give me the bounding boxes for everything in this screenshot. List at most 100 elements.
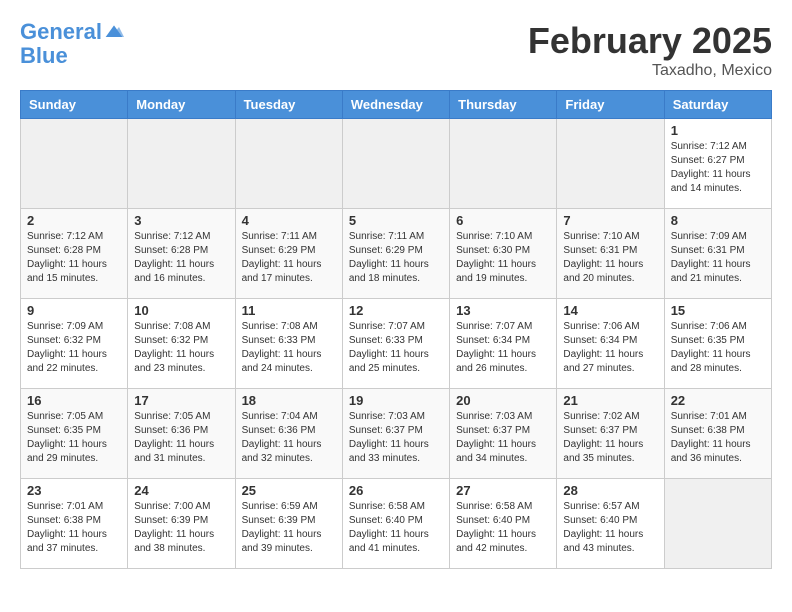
- day-info: Sunrise: 7:05 AM Sunset: 6:36 PM Dayligh…: [134, 410, 228, 466]
- day-number: 18: [242, 393, 336, 408]
- day-number: 9: [27, 303, 121, 318]
- day-info: Sunrise: 6:59 AM Sunset: 6:39 PM Dayligh…: [242, 500, 336, 556]
- day-info: Sunrise: 7:06 AM Sunset: 6:35 PM Dayligh…: [671, 320, 765, 376]
- calendar-cell: [557, 119, 664, 209]
- day-info: Sunrise: 7:08 AM Sunset: 6:33 PM Dayligh…: [242, 320, 336, 376]
- calendar-cell: 4 Sunrise: 7:11 AM Sunset: 6:29 PM Daylig…: [235, 209, 342, 299]
- day-number: 8: [671, 213, 765, 228]
- calendar-cell: 15 Sunrise: 7:06 AM Sunset: 6:35 PM Dayli…: [664, 299, 771, 389]
- calendar-cell: 13Sunrise: 7:07 AM Sunset: 6:34 PM Dayli…: [450, 299, 557, 389]
- calendar-cell: [664, 479, 771, 569]
- day-number: 6: [456, 213, 550, 228]
- day-number: 4: [242, 213, 336, 228]
- logo-blue: Blue: [20, 44, 124, 68]
- calendar-header-row: SundayMondayTuesdayWednesdayThursdayFrid…: [21, 91, 772, 119]
- calendar-cell: 23Sunrise: 7:01 AM Sunset: 6:38 PM Dayli…: [21, 479, 128, 569]
- day-number: 11: [242, 303, 336, 318]
- calendar-cell: [128, 119, 235, 209]
- day-number: 15: [671, 303, 765, 318]
- day-info: Sunrise: 7:03 AM Sunset: 6:37 PM Dayligh…: [349, 410, 443, 466]
- day-number: 10: [134, 303, 228, 318]
- title-block: February 2025 Taxadho, Mexico: [528, 20, 772, 80]
- day-info: Sunrise: 7:02 AM Sunset: 6:37 PM Dayligh…: [563, 410, 657, 466]
- day-info: Sunrise: 7:05 AM Sunset: 6:35 PM Dayligh…: [27, 410, 121, 466]
- day-info: Sunrise: 7:08 AM Sunset: 6:32 PM Dayligh…: [134, 320, 228, 376]
- day-number: 14: [563, 303, 657, 318]
- day-info: Sunrise: 7:11 AM Sunset: 6:29 PM Dayligh…: [242, 230, 336, 286]
- calendar-cell: 2Sunrise: 7:12 AM Sunset: 6:28 PM Daylig…: [21, 209, 128, 299]
- calendar-week-row: 9 Sunrise: 7:09 AM Sunset: 6:32 PM Daylig…: [21, 299, 772, 389]
- calendar-cell: 10 Sunrise: 7:08 AM Sunset: 6:32 PM Dayli…: [128, 299, 235, 389]
- day-info: Sunrise: 7:12 AM Sunset: 6:28 PM Dayligh…: [134, 230, 228, 286]
- calendar-cell: 3 Sunrise: 7:12 AM Sunset: 6:28 PM Daylig…: [128, 209, 235, 299]
- calendar-cell: 19Sunrise: 7:03 AM Sunset: 6:37 PM Dayli…: [342, 389, 449, 479]
- calendar-cell: 25 Sunrise: 6:59 AM Sunset: 6:39 PM Dayli…: [235, 479, 342, 569]
- calendar-week-row: 16 Sunrise: 7:05 AM Sunset: 6:35 PM Dayli…: [21, 389, 772, 479]
- weekday-header: Thursday: [450, 91, 557, 119]
- calendar-week-row: 2Sunrise: 7:12 AM Sunset: 6:28 PM Daylig…: [21, 209, 772, 299]
- weekday-header: Saturday: [664, 91, 771, 119]
- calendar-cell: 1Sunrise: 7:12 AM Sunset: 6:27 PM Daylig…: [664, 119, 771, 209]
- day-number: 25: [242, 483, 336, 498]
- day-info: Sunrise: 7:06 AM Sunset: 6:34 PM Dayligh…: [563, 320, 657, 376]
- calendar-cell: 16 Sunrise: 7:05 AM Sunset: 6:35 PM Dayli…: [21, 389, 128, 479]
- day-number: 28: [563, 483, 657, 498]
- logo: General Blue: [20, 20, 124, 68]
- day-number: 12: [349, 303, 443, 318]
- logo-icon: [104, 22, 124, 42]
- day-number: 16: [27, 393, 121, 408]
- calendar-cell: [342, 119, 449, 209]
- location: Taxadho, Mexico: [528, 62, 772, 80]
- calendar-cell: 22Sunrise: 7:01 AM Sunset: 6:38 PM Dayli…: [664, 389, 771, 479]
- calendar-cell: [235, 119, 342, 209]
- day-info: Sunrise: 6:58 AM Sunset: 6:40 PM Dayligh…: [456, 500, 550, 556]
- calendar-table: SundayMondayTuesdayWednesdayThursdayFrid…: [20, 90, 772, 569]
- page-header: General Blue February 2025 Taxadho, Mexi…: [20, 20, 772, 80]
- calendar-cell: 8 Sunrise: 7:09 AM Sunset: 6:31 PM Daylig…: [664, 209, 771, 299]
- day-info: Sunrise: 7:07 AM Sunset: 6:33 PM Dayligh…: [349, 320, 443, 376]
- day-number: 17: [134, 393, 228, 408]
- day-number: 26: [349, 483, 443, 498]
- calendar-cell: 7 Sunrise: 7:10 AM Sunset: 6:31 PM Daylig…: [557, 209, 664, 299]
- day-info: Sunrise: 7:09 AM Sunset: 6:31 PM Dayligh…: [671, 230, 765, 286]
- month-title: February 2025: [528, 20, 772, 62]
- weekday-header: Wednesday: [342, 91, 449, 119]
- day-info: Sunrise: 7:03 AM Sunset: 6:37 PM Dayligh…: [456, 410, 550, 466]
- day-info: Sunrise: 7:01 AM Sunset: 6:38 PM Dayligh…: [671, 410, 765, 466]
- day-number: 24: [134, 483, 228, 498]
- day-info: Sunrise: 7:12 AM Sunset: 6:28 PM Dayligh…: [27, 230, 121, 286]
- calendar-cell: 27 Sunrise: 6:58 AM Sunset: 6:40 PM Dayli…: [450, 479, 557, 569]
- calendar-cell: 11 Sunrise: 7:08 AM Sunset: 6:33 PM Dayli…: [235, 299, 342, 389]
- day-number: 5: [349, 213, 443, 228]
- day-info: Sunrise: 6:57 AM Sunset: 6:40 PM Dayligh…: [563, 500, 657, 556]
- calendar-cell: [21, 119, 128, 209]
- day-info: Sunrise: 7:12 AM Sunset: 6:27 PM Dayligh…: [671, 140, 765, 196]
- calendar-cell: 9 Sunrise: 7:09 AM Sunset: 6:32 PM Daylig…: [21, 299, 128, 389]
- calendar-cell: 28 Sunrise: 6:57 AM Sunset: 6:40 PM Dayli…: [557, 479, 664, 569]
- calendar-week-row: 23Sunrise: 7:01 AM Sunset: 6:38 PM Dayli…: [21, 479, 772, 569]
- calendar-week-row: 1Sunrise: 7:12 AM Sunset: 6:27 PM Daylig…: [21, 119, 772, 209]
- day-number: 7: [563, 213, 657, 228]
- day-number: 27: [456, 483, 550, 498]
- day-info: Sunrise: 7:01 AM Sunset: 6:38 PM Dayligh…: [27, 500, 121, 556]
- calendar-cell: 14 Sunrise: 7:06 AM Sunset: 6:34 PM Dayli…: [557, 299, 664, 389]
- weekday-header: Tuesday: [235, 91, 342, 119]
- calendar-cell: 18Sunrise: 7:04 AM Sunset: 6:36 PM Dayli…: [235, 389, 342, 479]
- logo-text: General: [20, 20, 102, 44]
- day-info: Sunrise: 7:10 AM Sunset: 6:31 PM Dayligh…: [563, 230, 657, 286]
- day-info: Sunrise: 7:10 AM Sunset: 6:30 PM Dayligh…: [456, 230, 550, 286]
- day-info: Sunrise: 6:58 AM Sunset: 6:40 PM Dayligh…: [349, 500, 443, 556]
- day-info: Sunrise: 7:11 AM Sunset: 6:29 PM Dayligh…: [349, 230, 443, 286]
- calendar-cell: [450, 119, 557, 209]
- calendar-cell: 6 Sunrise: 7:10 AM Sunset: 6:30 PM Daylig…: [450, 209, 557, 299]
- weekday-header: Sunday: [21, 91, 128, 119]
- day-number: 3: [134, 213, 228, 228]
- weekday-header: Monday: [128, 91, 235, 119]
- day-number: 21: [563, 393, 657, 408]
- calendar-cell: 5 Sunrise: 7:11 AM Sunset: 6:29 PM Daylig…: [342, 209, 449, 299]
- day-number: 13: [456, 303, 550, 318]
- calendar-cell: 20Sunrise: 7:03 AM Sunset: 6:37 PM Dayli…: [450, 389, 557, 479]
- calendar-cell: 21 Sunrise: 7:02 AM Sunset: 6:37 PM Dayli…: [557, 389, 664, 479]
- day-info: Sunrise: 7:09 AM Sunset: 6:32 PM Dayligh…: [27, 320, 121, 376]
- weekday-header: Friday: [557, 91, 664, 119]
